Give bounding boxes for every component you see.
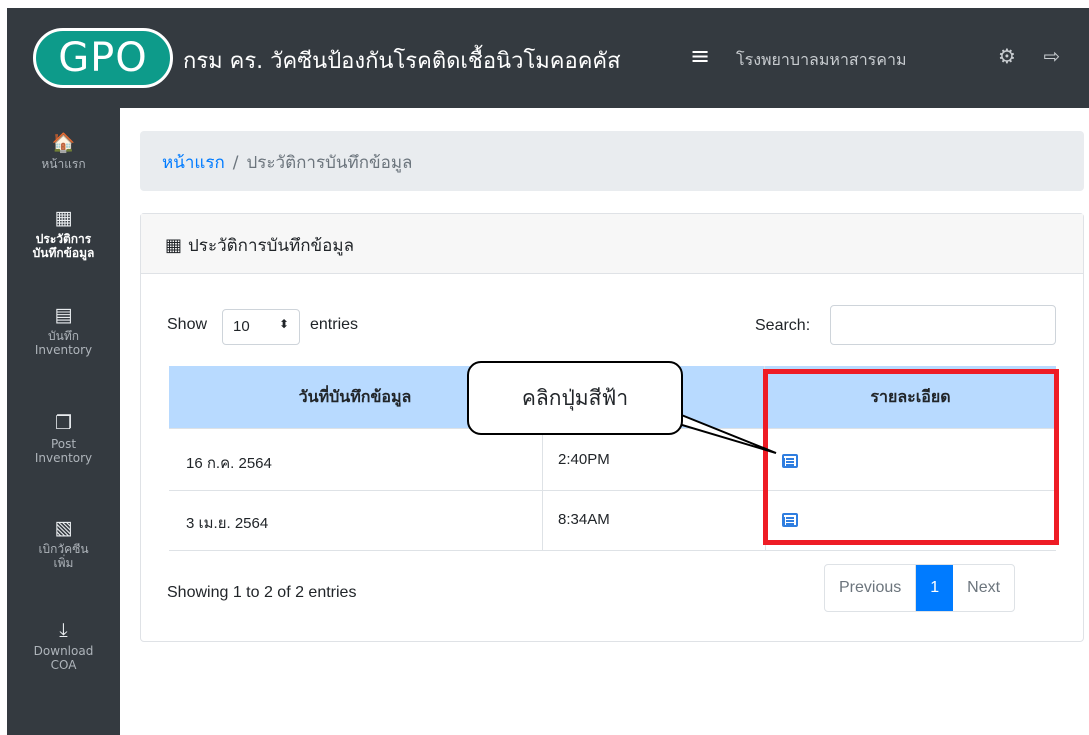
sidebar-item-label: บันทึก	[48, 329, 79, 343]
logout-icon[interactable]: ⇨	[1039, 44, 1065, 70]
sort-arrows-icon: ⬍	[278, 317, 289, 331]
sidebar-item-label: Inventory	[34, 451, 93, 465]
breadcrumb-current: ประวัติการบันทึกข้อมูล	[246, 153, 413, 173]
previous-page-button[interactable]: Previous	[825, 565, 917, 611]
breadcrumb-separator: /	[232, 153, 239, 173]
row-1-date: 16 ก.ค. 2564	[186, 455, 272, 472]
sidebar-item-label: Download	[33, 644, 94, 658]
next-page-button[interactable]: Next	[953, 565, 1014, 611]
entries-select[interactable]: 10 ⬍	[222, 309, 300, 345]
sidebar-item-label: เบิกวัคซีน	[38, 542, 89, 556]
breadcrumb: หน้าแรก / ประวัติการบันทึกข้อมูล	[140, 131, 1084, 191]
breadcrumb-home-link[interactable]: หน้าแรก	[162, 153, 225, 173]
download-icon: ⤓	[59, 619, 68, 641]
calendar-icon: ▦	[54, 207, 73, 229]
search-label: Search:	[755, 317, 811, 334]
row-2-date: 3 เม.ย. 2564	[186, 515, 269, 532]
sidebar-item-label: บันทึกข้อมูล	[32, 246, 95, 260]
card-header: ▦ ประวัติการบันทึกข้อมูล	[141, 214, 1083, 274]
sidebar-item-label: ประวัติการ	[35, 232, 92, 246]
sidebar-item-download-coa[interactable]: ⤓ Download COA	[7, 619, 120, 672]
column-header-detail[interactable]: รายละเอียด	[765, 366, 1056, 428]
pdf-icon: ▧	[54, 517, 73, 539]
sidebar-item-label: Inventory	[34, 343, 93, 357]
sidebar-item-label: เพิ่ม	[53, 556, 74, 570]
search-input[interactable]	[830, 305, 1056, 345]
top-navbar: GPO กรม คร. วัคซีนป้องกันโรคติดเชื้อนิวโ…	[7, 8, 1089, 108]
sidebar-item-inventory[interactable]: ▤ บันทึก Inventory	[7, 304, 120, 357]
row-1-time: 2:40PM	[558, 451, 610, 468]
sidebar-item-label: COA	[50, 658, 77, 672]
details-icon[interactable]	[782, 454, 798, 468]
gear-icon[interactable]: ⚙	[994, 44, 1020, 70]
gpo-logo[interactable]: GPO	[33, 28, 173, 88]
entries-value: 10	[233, 318, 250, 335]
sidebar-item-post-inventory[interactable]: ❐ Post Inventory	[7, 412, 120, 465]
clipboard-icon: ▤	[54, 304, 73, 326]
table-icon: ▦	[165, 235, 183, 256]
pagination: Previous 1 Next	[824, 564, 1016, 612]
sidebar: 🏠 หน้าแรก ▦ ประวัติการ บันทึกข้อมูล ▤ บั…	[7, 108, 120, 735]
hospital-name[interactable]: โรงพยาบาลมหาสารคาม	[736, 48, 907, 73]
column-divider	[765, 428, 766, 550]
page-1-button[interactable]: 1	[916, 565, 954, 611]
menu-toggle-icon[interactable]: ≡	[690, 42, 710, 70]
entries-label: entries	[310, 316, 359, 333]
row-divider	[169, 490, 1056, 491]
home-icon: 🏠	[51, 132, 76, 154]
sidebar-item-request-vaccine[interactable]: ▧ เบิกวัคซีน เพิ่ม	[7, 517, 120, 570]
sidebar-item-label: หน้าแรก	[41, 157, 86, 171]
app-title: กรม คร. วัคซีนป้องกันโรคติดเชื้อนิวโมคอค…	[183, 49, 621, 74]
instruction-callout: คลิกปุ่มสีฟ้า	[467, 361, 683, 435]
row-divider	[169, 550, 1056, 551]
row-2-time: 8:34AM	[558, 511, 610, 528]
sidebar-item-label: Post	[50, 437, 77, 451]
table-info: Showing 1 to 2 of 2 entries	[167, 584, 357, 601]
copy-icon: ❐	[54, 412, 73, 434]
column-divider	[542, 428, 543, 550]
details-icon[interactable]	[782, 513, 798, 527]
sidebar-item-history[interactable]: ▦ ประวัติการ บันทึกข้อมูล	[7, 207, 120, 260]
sidebar-item-home[interactable]: 🏠 หน้าแรก	[7, 132, 120, 171]
card-title: ประวัติการบันทึกข้อมูล	[188, 236, 354, 256]
show-label: Show	[167, 316, 208, 333]
